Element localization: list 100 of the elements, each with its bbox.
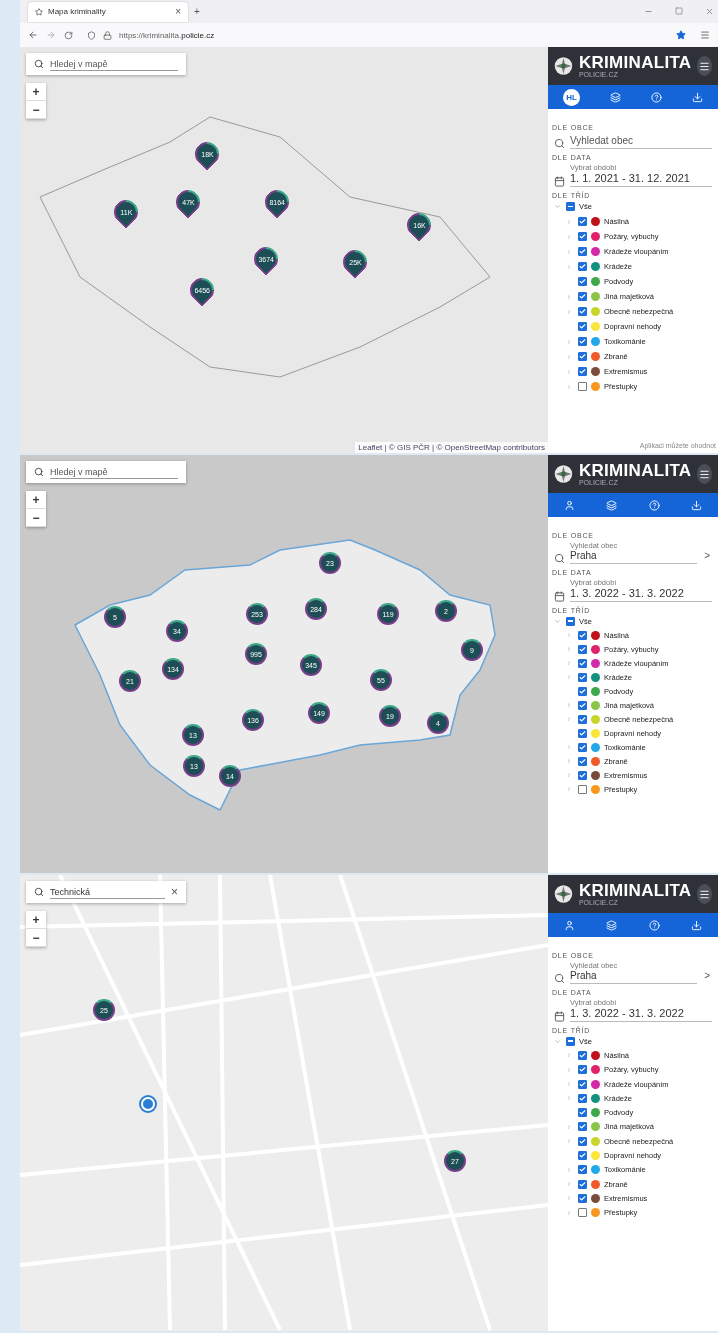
menu-icon (699, 888, 711, 900)
reload-icon[interactable] (64, 30, 73, 40)
checkbox[interactable] (578, 1122, 587, 1132)
checkbox[interactable] (578, 658, 587, 668)
lock-icon (103, 30, 112, 40)
download-icon (692, 91, 703, 103)
zoom-in-button[interactable]: + (26, 491, 46, 509)
back-icon[interactable] (28, 30, 38, 40)
municipality-field[interactable]: Vyhledat obec (570, 133, 712, 149)
zoom-out-button[interactable]: − (26, 509, 46, 527)
user-icon (563, 499, 575, 511)
tab-close-button[interactable]: × (175, 6, 181, 17)
checkbox[interactable] (566, 616, 575, 626)
tab-favicon-icon (35, 7, 43, 16)
go-button[interactable]: > (702, 970, 712, 984)
checkbox[interactable] (578, 630, 587, 640)
checkbox[interactable] (578, 728, 587, 738)
download-icon (691, 919, 703, 931)
zoom-in-button[interactable]: + (26, 911, 46, 929)
brand-title: KRIMINALITA (578, 462, 692, 479)
calendar-icon (554, 591, 565, 602)
checkbox[interactable] (578, 1093, 587, 1103)
checkbox[interactable] (578, 686, 587, 696)
zoom-in-button[interactable]: + (26, 83, 46, 101)
help-icon (648, 499, 660, 511)
help-icon (648, 919, 660, 931)
checkbox[interactable] (578, 232, 587, 241)
checkbox[interactable] (578, 672, 587, 682)
user-button[interactable] (563, 919, 575, 931)
checkbox[interactable] (578, 644, 587, 654)
menu-icon (699, 468, 711, 480)
checkbox[interactable] (578, 770, 587, 780)
browser-tab[interactable]: Mapa kriminality × (28, 1, 188, 22)
search-icon (34, 59, 44, 69)
checkbox[interactable] (578, 277, 587, 286)
bookmark-star-icon[interactable] (676, 30, 686, 40)
checkbox[interactable] (578, 742, 587, 752)
checkbox[interactable] (566, 202, 575, 211)
search-icon (34, 467, 44, 477)
checkbox[interactable] (578, 367, 587, 376)
brand-title: KRIMINALITA (578, 882, 692, 899)
location-marker (141, 1097, 155, 1111)
checkbox[interactable] (578, 337, 587, 346)
checkbox[interactable] (566, 1036, 575, 1046)
checkbox[interactable] (578, 1108, 587, 1118)
search-icon (34, 887, 44, 897)
checkbox[interactable] (578, 1179, 587, 1189)
checkbox[interactable] (578, 1151, 587, 1160)
download-button[interactable] (692, 91, 703, 103)
new-tab-button[interactable]: + (194, 6, 200, 17)
zoom-out-button[interactable]: − (26, 101, 46, 119)
layers-button[interactable] (606, 499, 618, 511)
checkbox[interactable] (578, 700, 587, 710)
checkbox[interactable] (578, 292, 587, 301)
checkbox[interactable] (578, 307, 587, 316)
checkbox[interactable] (578, 247, 587, 256)
map-search-field[interactable]: Hledej v mapě (26, 461, 186, 483)
menu-button[interactable] (697, 464, 712, 484)
checkbox[interactable] (578, 322, 587, 331)
checkbox[interactable] (578, 1136, 587, 1146)
search-icon (554, 553, 565, 564)
checkbox[interactable] (578, 217, 587, 226)
layers-button[interactable] (606, 919, 618, 931)
layers-icon (606, 499, 618, 511)
map-search-field[interactable]: Hledej v mapě (26, 53, 186, 75)
checkbox[interactable] (578, 1065, 587, 1075)
close-icon[interactable] (705, 7, 714, 16)
help-button[interactable] (651, 91, 662, 103)
calendar-icon (554, 176, 565, 187)
go-button[interactable]: > (702, 550, 712, 564)
download-button[interactable] (691, 499, 703, 511)
download-button[interactable] (691, 919, 703, 931)
search-icon (554, 973, 565, 984)
menu-icon (699, 60, 711, 72)
zoom-out-button[interactable]: − (26, 929, 46, 947)
search-icon (554, 138, 565, 149)
checkbox[interactable] (578, 714, 587, 724)
calendar-icon (554, 1011, 565, 1022)
checkbox[interactable] (578, 1193, 587, 1203)
menu-icon[interactable] (700, 30, 710, 40)
map-search-field[interactable]: Technická × (26, 881, 186, 903)
user-button[interactable] (563, 499, 575, 511)
checkbox[interactable] (578, 1165, 587, 1175)
help-button[interactable] (648, 499, 660, 511)
checkbox[interactable] (578, 1079, 587, 1089)
help-button[interactable] (648, 919, 660, 931)
map-attribution: Leaflet | © GIS PČR | © OpenStreetMap contributors (355, 442, 548, 453)
menu-button[interactable] (697, 56, 712, 76)
checkbox[interactable] (578, 1208, 587, 1218)
menu-button[interactable] (697, 884, 712, 904)
checkbox[interactable] (578, 1050, 587, 1060)
clear-button[interactable]: × (171, 885, 178, 899)
checkbox[interactable] (578, 262, 587, 271)
shield-icon (87, 30, 96, 40)
checkbox[interactable] (578, 756, 587, 766)
toolbar-button[interactable]: HL (563, 88, 580, 106)
checkbox[interactable] (578, 382, 587, 391)
layers-button[interactable] (610, 91, 621, 103)
checkbox[interactable] (578, 352, 587, 361)
checkbox[interactable] (578, 784, 587, 794)
